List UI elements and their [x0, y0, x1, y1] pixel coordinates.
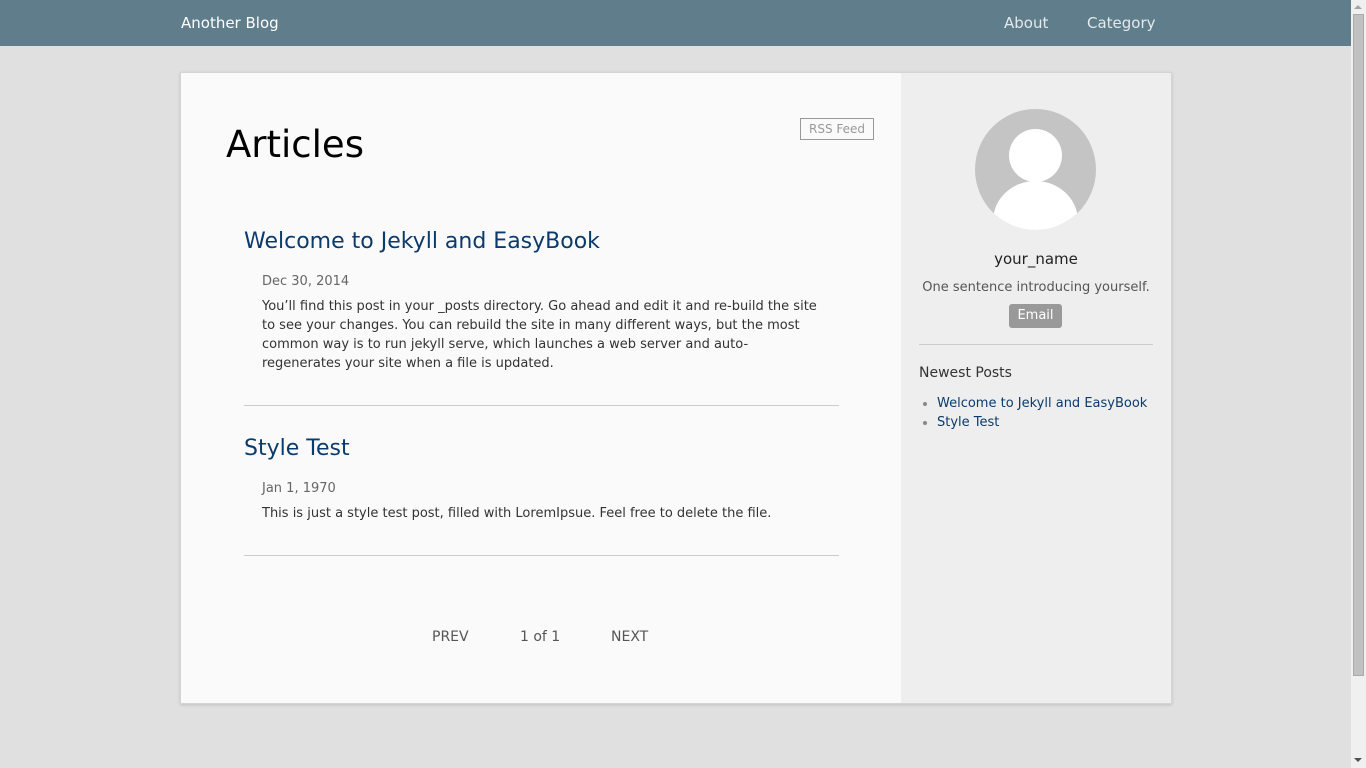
navbar: Another Blog About Category: [0, 0, 1351, 46]
post-title-link[interactable]: Welcome to Jekyll and EasyBook: [244, 229, 839, 254]
scroll-up-arrow-icon[interactable]: [1354, 5, 1362, 9]
post-excerpt: You’ll find this post in your _posts dir…: [262, 299, 817, 371]
avatar-body-shape: [993, 181, 1078, 230]
main-content: Articles RSS Feed Welcome to Jekyll and …: [181, 73, 901, 703]
user-avatar-icon: [975, 109, 1096, 230]
content-card: Articles RSS Feed Welcome to Jekyll and …: [180, 72, 1172, 704]
sidebar-divider: [919, 344, 1153, 345]
rss-feed-button[interactable]: RSS Feed: [800, 118, 874, 140]
list-item: Style Test: [937, 413, 1147, 432]
profile-name: your_name: [994, 250, 1078, 268]
profile-bio: One sentence introducing yourself.: [922, 280, 1150, 295]
post-date: Jan 1, 1970: [262, 481, 336, 496]
nav-link-category[interactable]: Category: [1087, 14, 1156, 32]
scroll-down-arrow-icon[interactable]: [1354, 758, 1362, 762]
newest-post-link[interactable]: Welcome to Jekyll and EasyBook: [937, 396, 1147, 411]
page-title: Articles: [226, 123, 364, 166]
pagination-next-link[interactable]: NEXT: [611, 629, 648, 645]
list-item: Welcome to Jekyll and EasyBook: [937, 394, 1147, 413]
newest-posts-heading: Newest Posts: [919, 365, 1012, 381]
sidebar: your_name One sentence introducing yours…: [901, 73, 1171, 703]
post-excerpt: This is just a style test post, filled w…: [262, 506, 772, 521]
pagination-count: 1 of 1: [520, 629, 561, 645]
pagination-prev-link[interactable]: PREV: [432, 629, 469, 645]
newest-posts-list: Welcome to Jekyll and EasyBook Style Tes…: [937, 394, 1147, 432]
avatar-head-shape: [1009, 129, 1062, 182]
newest-post-link[interactable]: Style Test: [937, 415, 999, 430]
nav-link-about[interactable]: About: [1004, 14, 1048, 32]
brand-link[interactable]: Another Blog: [181, 14, 279, 32]
vertical-scrollbar[interactable]: [1351, 0, 1366, 768]
post-title-link[interactable]: Style Test: [244, 436, 839, 461]
post-item: Style Test Jan 1, 1970 This is just a st…: [244, 436, 839, 556]
scrollbar-thumb[interactable]: [1353, 14, 1364, 676]
post-item: Welcome to Jekyll and EasyBook Dec 30, 2…: [244, 229, 839, 406]
email-button[interactable]: Email: [1009, 304, 1062, 328]
post-date: Dec 30, 2014: [262, 274, 350, 289]
